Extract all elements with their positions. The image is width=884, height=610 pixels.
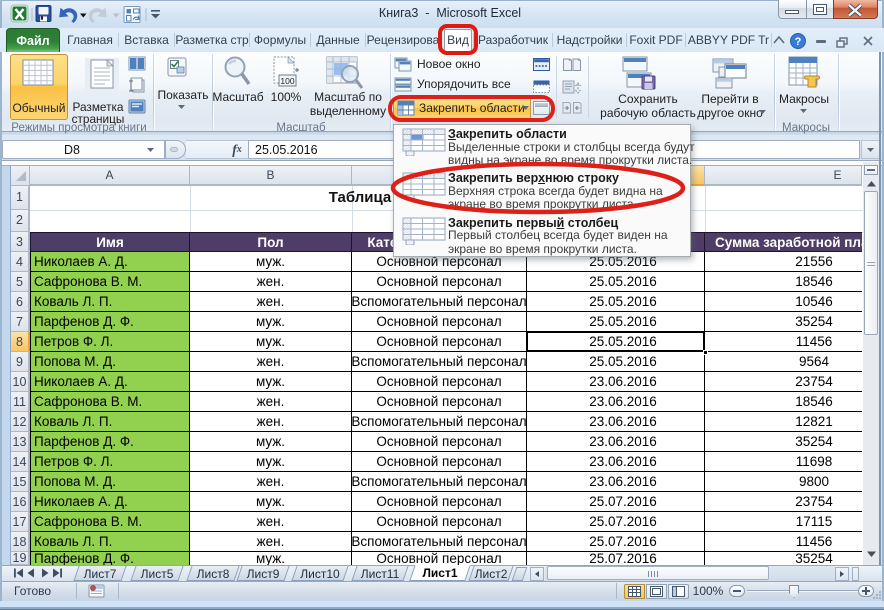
svg-text:?: ? <box>795 36 802 48</box>
svg-text:100: 100 <box>280 76 294 86</box>
